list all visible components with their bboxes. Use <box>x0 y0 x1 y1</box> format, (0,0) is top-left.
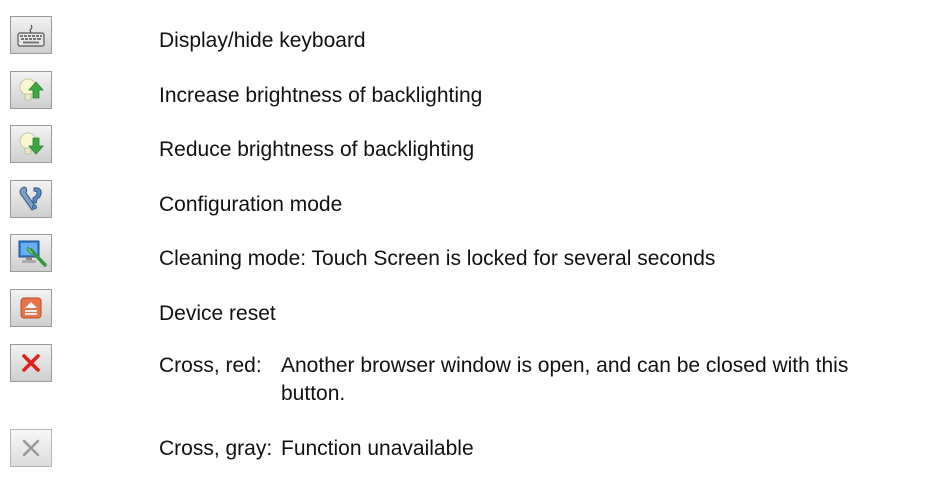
cleaning-icon[interactable] <box>10 234 52 272</box>
close-red-icon[interactable] <box>10 344 52 382</box>
device-reset-description: Device reset <box>159 302 276 325</box>
cleaning-description: Cleaning mode: Touch Screen is locked fo… <box>159 247 716 270</box>
brightness-up-description: Increase brightness of backlighting <box>159 84 483 107</box>
close-red-description: Cross, red: Another browser window is op… <box>159 352 861 408</box>
configuration-icon[interactable] <box>10 180 52 218</box>
configuration-description: Configuration mode <box>159 193 343 216</box>
brightness-up-icon[interactable] <box>10 71 52 109</box>
close-gray-explanation: Function unavailable <box>281 437 474 460</box>
brightness-down-description: Reduce brightness of backlighting <box>159 138 475 161</box>
device-reset-icon[interactable] <box>10 289 52 327</box>
close-red-term: Cross, red: <box>159 354 262 377</box>
keyboard-icon[interactable] <box>10 16 52 54</box>
close-gray-term: Cross, gray: <box>159 437 273 460</box>
brightness-down-icon[interactable] <box>10 125 52 163</box>
close-gray-icon[interactable] <box>10 429 52 467</box>
close-gray-description: Cross, gray: Function unavailable <box>159 435 861 463</box>
keyboard-description: Display/hide keyboard <box>159 29 366 52</box>
close-red-explanation: Another browser window is open, and can … <box>281 354 849 405</box>
